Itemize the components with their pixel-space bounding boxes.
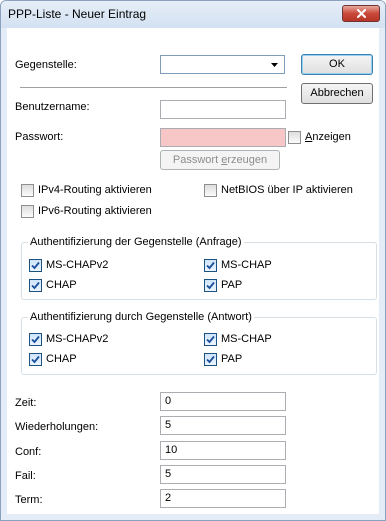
timer-field-term[interactable]: 2 xyxy=(160,489,286,508)
username-field[interactable] xyxy=(160,100,286,119)
timer-field-zeit[interactable]: 0 xyxy=(160,392,286,411)
checkbox-box xyxy=(204,184,217,197)
timer-label-zeit: Zeit: xyxy=(15,397,37,409)
checkmark-icon xyxy=(206,355,215,364)
gegenstelle-select[interactable] xyxy=(160,55,285,74)
chevron-down-icon xyxy=(271,63,278,67)
response-ms-chap-label: MS-CHAP xyxy=(221,333,272,345)
cancel-button[interactable]: Abbrechen xyxy=(301,83,373,104)
checkbox-box xyxy=(29,353,42,366)
gegenstelle-label: Gegenstelle: xyxy=(15,59,77,71)
timer-field-conf[interactable]: 10 xyxy=(160,441,286,460)
checkbox-box xyxy=(29,333,42,346)
timer-label-wiederholungen: Wiederholungen: xyxy=(15,421,99,433)
auth-response-group-title: Authentifizierung durch Gegenstelle (Ant… xyxy=(28,311,254,323)
response-ms-chapv2-label: MS-CHAPv2 xyxy=(46,333,109,345)
checkbox-box xyxy=(204,333,217,346)
checkmark-icon xyxy=(31,281,40,290)
auth-response-group: Authentifizierung durch Gegenstelle (Ant… xyxy=(21,311,377,375)
timer-field-fail[interactable]: 5 xyxy=(160,465,286,484)
request-ms-chap-label: MS-CHAP xyxy=(221,259,272,271)
generate-password-button[interactable]: Passwort erzeugen xyxy=(160,150,280,170)
checkmark-icon xyxy=(206,335,215,344)
auth-request-group: Authentifizierung der Gegenstelle (Anfra… xyxy=(21,236,377,300)
timer-label-term: Term: xyxy=(15,494,43,506)
checkmark-icon xyxy=(206,261,215,270)
checkmark-icon xyxy=(31,261,40,270)
checkbox-box xyxy=(204,353,217,366)
ok-button[interactable]: OK xyxy=(301,54,373,75)
ipv4-routing-label: IPv4-Routing aktivieren xyxy=(38,184,152,196)
timer-label-conf: Conf: xyxy=(15,446,42,458)
checkmark-icon xyxy=(31,355,40,364)
checkbox-box xyxy=(21,205,34,218)
response-chap-label: CHAP xyxy=(46,353,77,365)
auth-request-group-title: Authentifizierung der Gegenstelle (Anfra… xyxy=(28,236,244,248)
passwort-label: Passwort: xyxy=(15,131,64,143)
checkmark-icon xyxy=(206,281,215,290)
checkbox-box xyxy=(29,259,42,272)
checkbox-box xyxy=(29,279,42,292)
title-bar[interactable]: PPP-Liste - Neuer Eintrag xyxy=(1,1,385,28)
dialog-window: PPP-Liste - Neuer Eintrag Gegenstelle: O… xyxy=(0,0,386,521)
timer-label-fail: Fail: xyxy=(15,470,36,482)
checkbox-box xyxy=(204,279,217,292)
request-pap-label: PAP xyxy=(221,279,243,291)
separator xyxy=(20,87,287,89)
password-field[interactable] xyxy=(160,128,286,147)
netbios-label: NetBIOS über IP aktivieren xyxy=(221,184,353,196)
benutzername-label: Benutzername: xyxy=(15,101,90,113)
request-chap-label: CHAP xyxy=(46,279,77,291)
timer-field-wiederholungen[interactable]: 5 xyxy=(160,416,286,435)
response-pap-label: PAP xyxy=(221,353,243,365)
anzeigen-label: Anzeigen xyxy=(305,131,351,143)
window-title: PPP-Liste - Neuer Eintrag xyxy=(8,7,147,21)
checkbox-box xyxy=(204,259,217,272)
ipv6-routing-label: IPv6-Routing aktivieren xyxy=(38,205,152,217)
close-button[interactable] xyxy=(342,5,380,22)
close-icon xyxy=(357,9,366,18)
checkmark-icon xyxy=(31,335,40,344)
checkbox-box xyxy=(288,131,301,144)
dialog-body: Gegenstelle: OK Abbrechen Benutzername: … xyxy=(7,28,379,514)
checkbox-box xyxy=(21,184,34,197)
request-ms-chapv2-label: MS-CHAPv2 xyxy=(46,259,109,271)
